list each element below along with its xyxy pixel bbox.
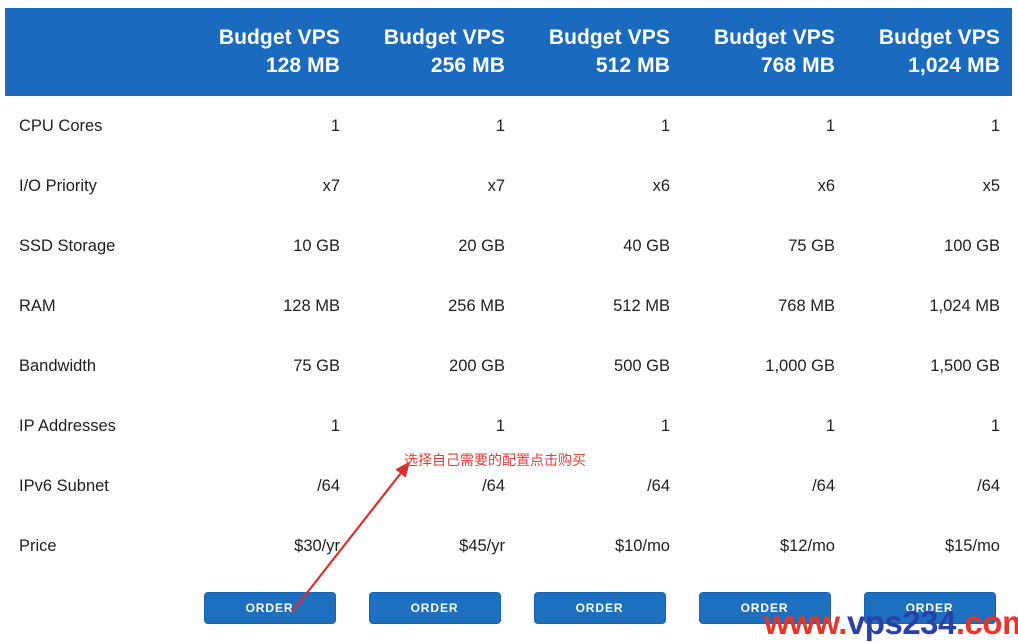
pricing-table: Budget VPS 128 MB Budget VPS 256 MB Budg… [0, 0, 1018, 641]
spec-value: /64 [977, 476, 1000, 495]
spec-label: CPU Cores [19, 116, 103, 135]
spec-label: SSD Storage [19, 236, 116, 255]
order-cell-0: ORDER [187, 592, 352, 624]
spec-value: x6 [652, 176, 670, 195]
spec-value: $10/mo [614, 536, 670, 555]
spec-value: 1 [495, 116, 505, 135]
table-row: IP Addresses 1 1 1 1 1 [5, 396, 1012, 456]
plan-header-3: Budget VPS 768 MB [682, 8, 847, 96]
spec-value: $12/mo [779, 536, 835, 555]
spec-value: 1,000 GB [765, 356, 835, 375]
plan-size: 256 MB [430, 54, 505, 77]
spec-value: 1 [495, 416, 505, 435]
plan-header-1: Budget VPS 256 MB [352, 8, 517, 96]
spec-value: 1 [660, 416, 670, 435]
spec-value: 75 GB [293, 356, 340, 375]
table-row: RAM 128 MB 256 MB 512 MB 768 MB 1,024 MB [5, 276, 1012, 336]
order-button-256mb[interactable]: ORDER [368, 592, 501, 624]
spec-value: $15/mo [944, 536, 1000, 555]
spec-value: x6 [817, 176, 835, 195]
table-row: CPU Cores 1 1 1 1 1 [5, 96, 1012, 156]
order-cell-2: ORDER [517, 592, 682, 624]
table-row: Price $30/yr $45/yr $10/mo $12/mo $15/mo [5, 516, 1012, 576]
spec-value: 1 [660, 116, 670, 135]
spec-value: 200 GB [449, 356, 505, 375]
spec-value: 10 GB [293, 236, 340, 255]
spec-label: Bandwidth [19, 356, 97, 375]
spec-value: 20 GB [458, 236, 505, 255]
spec-value: 1 [330, 416, 340, 435]
order-button-1024mb[interactable]: ORDER [863, 592, 996, 624]
spec-value: /64 [482, 476, 505, 495]
table-row: Bandwidth 75 GB 200 GB 500 GB 1,000 GB 1… [5, 336, 1012, 396]
spec-value: 1 [990, 116, 1000, 135]
table-header: Budget VPS 128 MB Budget VPS 256 MB Budg… [5, 8, 1012, 96]
order-cell-1: ORDER [352, 592, 517, 624]
spec-label: IPv6 Subnet [19, 476, 109, 495]
order-button-row: ORDER ORDER ORDER ORDER ORDER [5, 580, 1012, 636]
spec-value: /64 [812, 476, 835, 495]
order-button-128mb[interactable]: ORDER [203, 592, 336, 624]
plan-size: 768 MB [760, 54, 835, 77]
spec-label: IP Addresses [19, 416, 116, 435]
spec-value: 1 [330, 116, 340, 135]
header-spacer [5, 8, 187, 96]
plan-name: Budget VPS [878, 26, 1000, 49]
order-button-512mb[interactable]: ORDER [533, 592, 666, 624]
spec-value: x7 [322, 176, 340, 195]
plan-size: 128 MB [265, 54, 340, 77]
plan-size: 512 MB [595, 54, 670, 77]
spec-value: 1,500 GB [930, 356, 1000, 375]
annotation-label: 选择自己需要的配置点击购买 [404, 453, 586, 469]
spec-value: 1 [990, 416, 1000, 435]
spec-value: x5 [982, 176, 1000, 195]
spec-value: 256 MB [448, 296, 505, 315]
spec-value: 40 GB [623, 236, 670, 255]
spec-value: $45/yr [459, 536, 505, 555]
spec-value: 500 GB [614, 356, 670, 375]
spec-value: $30/yr [294, 536, 340, 555]
spec-value: 128 MB [283, 296, 340, 315]
spec-value: 768 MB [778, 296, 835, 315]
plan-name: Budget VPS [713, 26, 835, 49]
spec-label: I/O Priority [19, 176, 97, 195]
plan-name: Budget VPS [548, 26, 670, 49]
table-row: SSD Storage 10 GB 20 GB 40 GB 75 GB 100 … [5, 216, 1012, 276]
order-button-768mb[interactable]: ORDER [698, 592, 831, 624]
spec-value: 100 GB [944, 236, 1000, 255]
header-row: Budget VPS 128 MB Budget VPS 256 MB Budg… [5, 8, 1012, 96]
table-row: I/O Priority x7 x7 x6 x6 x5 [5, 156, 1012, 216]
spec-value: /64 [647, 476, 670, 495]
plan-size: 1,024 MB [908, 54, 1000, 77]
plan-header-4: Budget VPS 1,024 MB [847, 8, 1012, 96]
order-cell-4: ORDER [847, 592, 1012, 624]
spec-value: 1,024 MB [929, 296, 1000, 315]
spec-value: /64 [317, 476, 340, 495]
spec-label: RAM [19, 296, 56, 315]
spec-value: 512 MB [613, 296, 670, 315]
spec-label: Price [19, 536, 57, 555]
plan-name: Budget VPS [218, 26, 340, 49]
order-cell-3: ORDER [682, 592, 847, 624]
plan-header-0: Budget VPS 128 MB [187, 8, 352, 96]
spec-value: 75 GB [788, 236, 835, 255]
spec-value: x7 [487, 176, 505, 195]
table-body: CPU Cores 1 1 1 1 1 I/O Priority x7 x7 x… [5, 96, 1012, 576]
spec-value: 1 [825, 116, 835, 135]
spec-value: 1 [825, 416, 835, 435]
plan-name: Budget VPS [383, 26, 505, 49]
plan-header-2: Budget VPS 512 MB [517, 8, 682, 96]
